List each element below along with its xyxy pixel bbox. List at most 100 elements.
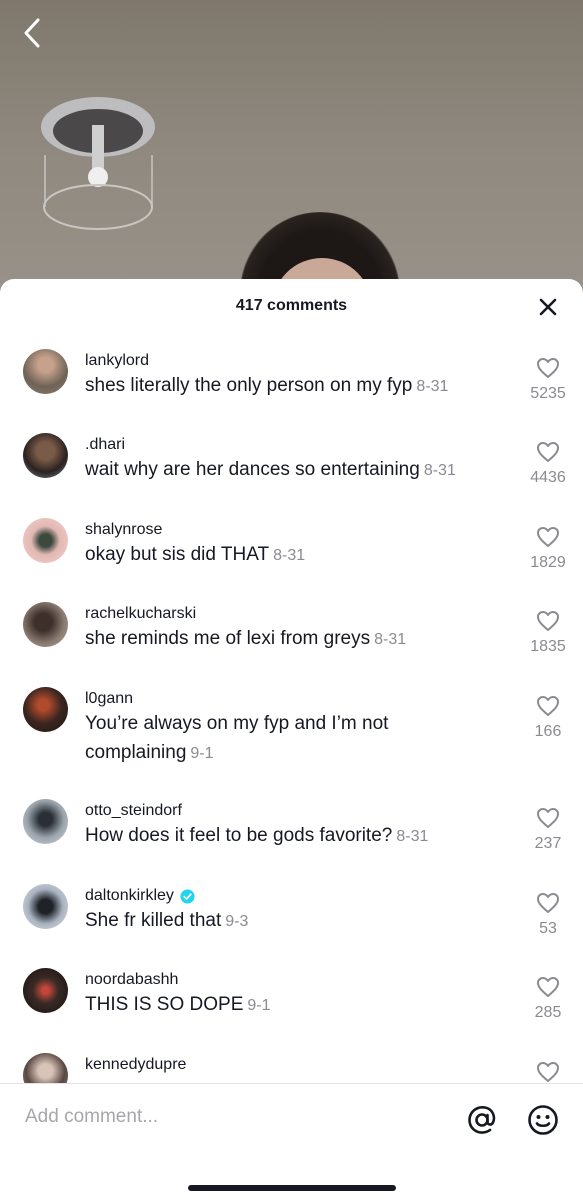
comment-body: wait why are her dances so entertaining	[85, 459, 420, 480]
add-comment-input[interactable]	[25, 1106, 425, 1128]
comment-username[interactable]: shalynrose	[85, 504, 503, 540]
mention-at-icon[interactable]	[466, 1104, 498, 1136]
home-indicator	[188, 1185, 396, 1191]
comment-body: shes literally the only person on my fyp	[85, 375, 413, 396]
like-count: 166	[534, 723, 562, 740]
username-text[interactable]: daltonkirkley	[85, 887, 174, 905]
comment-date: 8-31	[374, 631, 407, 648]
comment-date: 9-3	[225, 913, 249, 930]
like-button[interactable]: 1835	[527, 610, 569, 656]
comment-username[interactable]: daltonkirkley	[85, 870, 503, 906]
comment-text: she reminds me of lexi from greys 8-31	[85, 624, 503, 654]
comment-item: kennedydupre	[0, 1039, 583, 1083]
avatar[interactable]	[23, 884, 68, 929]
comment-date: 9-1	[190, 745, 214, 762]
avatar[interactable]	[23, 433, 68, 478]
comment-text: You’re always on my fyp and I’m not comp…	[85, 709, 503, 768]
comment-composer	[0, 1083, 583, 1200]
avatar[interactable]	[23, 349, 68, 394]
like-count: 4436	[530, 469, 566, 486]
username-text[interactable]: otto_steindorf	[85, 802, 182, 820]
avatar[interactable]	[23, 799, 68, 844]
like-button[interactable]: 166	[527, 695, 569, 741]
username-text[interactable]: l0gann	[85, 690, 133, 708]
username-text[interactable]: rachelkucharski	[85, 605, 196, 623]
comment-text: okay but sis did THAT 8-31	[85, 540, 503, 570]
comment-body: She fr killed that	[85, 910, 222, 931]
comment-text: She fr killed that 9-3	[85, 906, 503, 936]
comment-date: 8-31	[416, 378, 449, 395]
comment-body: she reminds me of lexi from greys	[85, 628, 371, 649]
heart-icon[interactable]	[536, 526, 560, 548]
ceiling-lamp	[41, 97, 155, 230]
username-text[interactable]: noordabashh	[85, 971, 178, 989]
like-count: 237	[534, 835, 562, 852]
like-count: 1829	[530, 554, 566, 571]
heart-icon[interactable]	[536, 610, 560, 632]
comment-item: .dhari wait why are her dances so entert…	[0, 419, 583, 504]
comment-date: 8-31	[273, 547, 306, 564]
comment-username[interactable]: lankylord	[85, 335, 503, 371]
comment-username[interactable]: noordabashh	[85, 954, 503, 990]
heart-icon[interactable]	[536, 441, 560, 463]
comment-text: wait why are her dances so entertaining 8…	[85, 455, 503, 485]
avatar[interactable]	[23, 687, 68, 732]
avatar[interactable]	[23, 602, 68, 647]
avatar[interactable]	[23, 968, 68, 1013]
like-button[interactable]: 1829	[527, 526, 569, 572]
username-text[interactable]: lankylord	[85, 352, 149, 370]
comment-username[interactable]: otto_steindorf	[85, 785, 503, 821]
comment-username[interactable]: l0gann	[85, 673, 503, 709]
comment-username[interactable]: .dhari	[85, 419, 503, 455]
heart-icon[interactable]	[536, 807, 560, 829]
sheet-header: 417 comments	[0, 279, 583, 335]
username-text[interactable]: kennedydupre	[85, 1056, 186, 1074]
comment-text: THIS IS SO DOPE 9-1	[85, 990, 503, 1020]
like-button[interactable]	[527, 1061, 569, 1083]
heart-icon[interactable]	[536, 357, 560, 379]
like-count: 5235	[530, 385, 566, 402]
comment-item: shalynrose okay but sis did THAT 8-31 182…	[0, 504, 583, 588]
comment-date: 8-31	[423, 462, 456, 479]
comment-text: How does it feel to be gods favorite? 8-3…	[85, 821, 503, 851]
like-count: 53	[539, 920, 557, 937]
comment-username[interactable]: rachelkucharski	[85, 588, 503, 624]
heart-icon[interactable]	[536, 695, 560, 717]
comment-body: okay but sis did THAT	[85, 544, 270, 565]
comments-sheet: 417 comments lankylord shes literally th…	[0, 279, 583, 1200]
back-arrow-icon[interactable]	[18, 16, 48, 50]
comment-list[interactable]: lankylord shes literally the only person…	[0, 335, 583, 1083]
like-button[interactable]: 53	[527, 892, 569, 938]
comment-body: THIS IS SO DOPE	[85, 994, 244, 1015]
comment-item: lankylord shes literally the only person…	[0, 335, 583, 419]
comment-item: daltonkirkley She fr killed that 9-3 53	[0, 870, 583, 954]
heart-icon[interactable]	[536, 1061, 560, 1083]
comment-text: shes literally the only person on my fyp…	[85, 371, 503, 401]
like-count: 1835	[530, 638, 566, 655]
like-button[interactable]: 285	[527, 976, 569, 1022]
verified-badge-icon	[180, 888, 195, 904]
heart-icon[interactable]	[536, 976, 560, 998]
comment-date: 9-1	[247, 997, 271, 1014]
comment-body: You’re always on my fyp and I’m not comp…	[85, 713, 389, 763]
avatar[interactable]	[23, 1053, 68, 1083]
comment-body: How does it feel to be gods favorite?	[85, 825, 393, 846]
like-button[interactable]: 237	[527, 807, 569, 853]
like-count: 285	[534, 1004, 562, 1021]
username-text[interactable]: .dhari	[85, 436, 125, 454]
comments-count-title: 417 comments	[235, 297, 348, 314]
avatar[interactable]	[23, 518, 68, 563]
comment-item: noordabashh THIS IS SO DOPE 9-1 285	[0, 954, 583, 1039]
comment-item: l0gann You’re always on my fyp and I’m n…	[0, 673, 583, 785]
like-button[interactable]: 5235	[527, 357, 569, 403]
comment-username[interactable]: kennedydupre	[85, 1039, 503, 1075]
comment-item: otto_steindorf How does it feel to be go…	[0, 785, 583, 870]
close-icon[interactable]	[537, 296, 559, 318]
heart-icon[interactable]	[536, 892, 560, 914]
like-button[interactable]: 4436	[527, 441, 569, 487]
emoji-icon[interactable]	[527, 1104, 559, 1136]
username-text[interactable]: shalynrose	[85, 521, 162, 539]
comment-date: 8-31	[396, 828, 429, 845]
video-background	[0, 0, 583, 300]
comment-item: rachelkucharski she reminds me of lexi f…	[0, 588, 583, 673]
